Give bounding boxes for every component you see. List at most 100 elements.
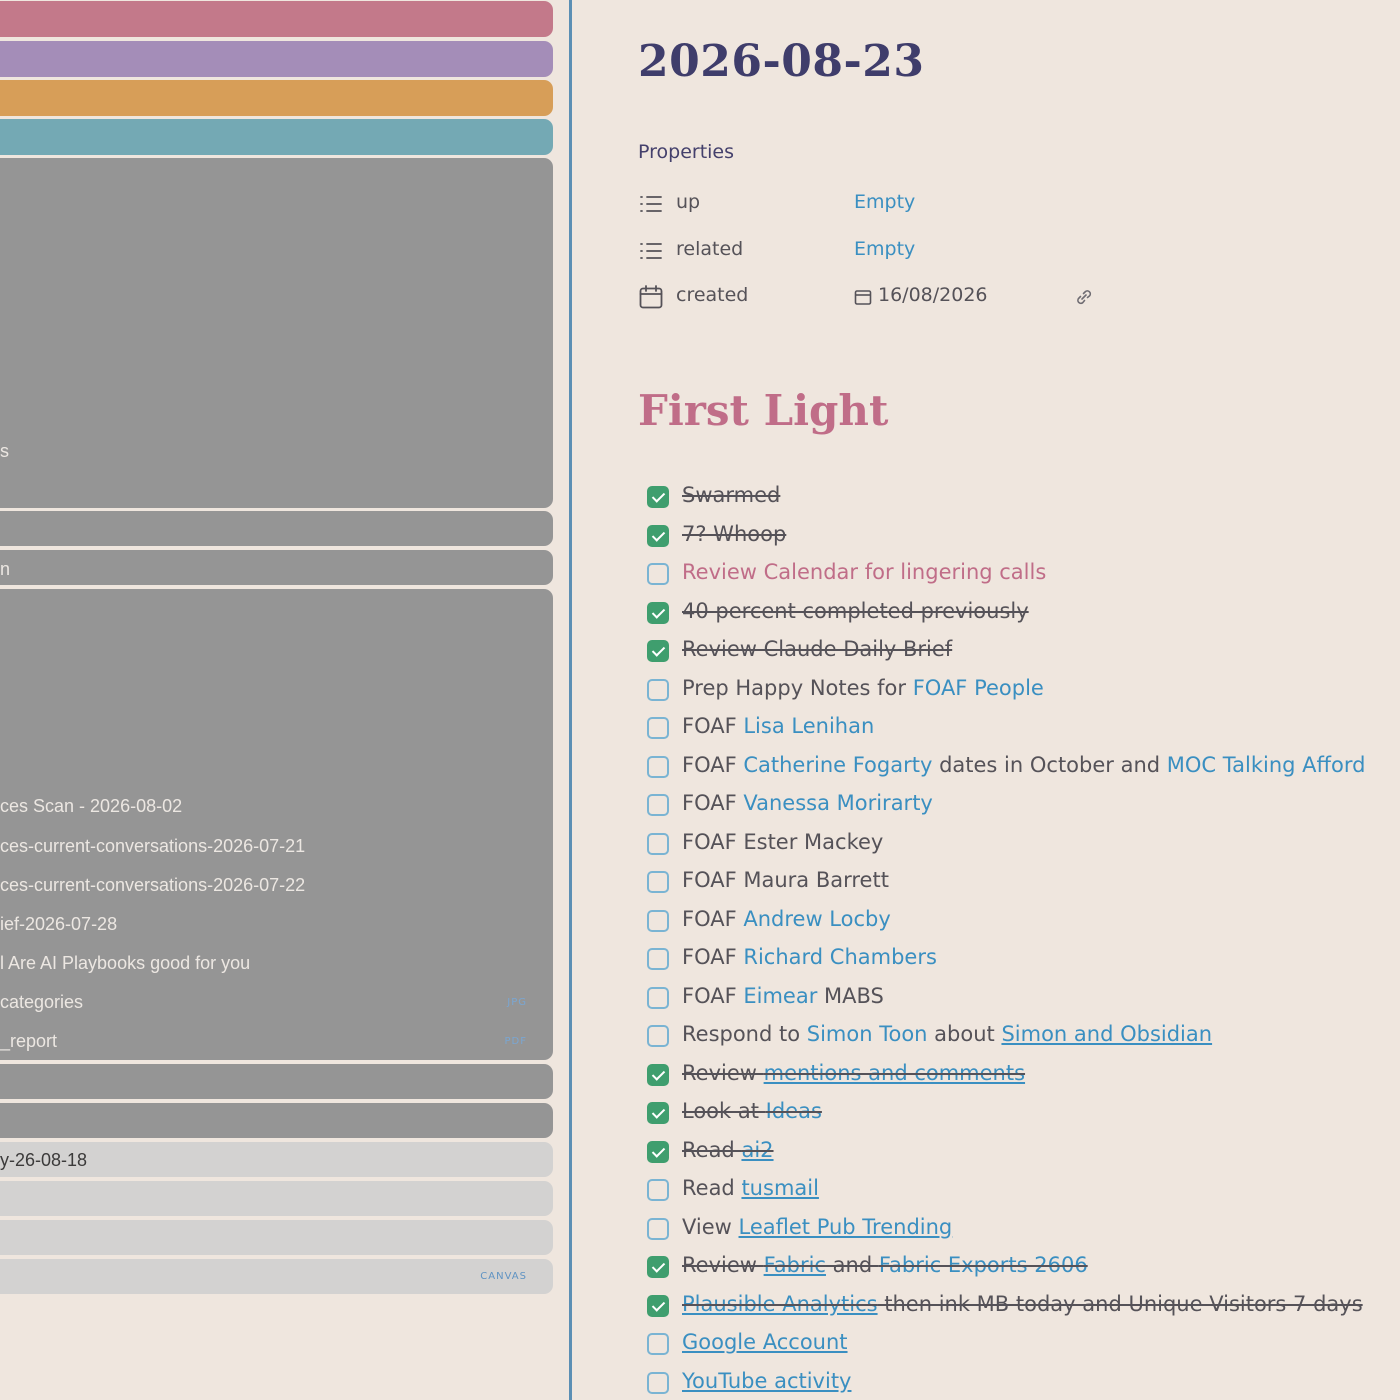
checkbox-unchecked[interactable]	[647, 1025, 669, 1047]
task-text[interactable]: Review Claude Daily Brief	[682, 637, 952, 661]
external-link[interactable]: Simon and Obsidian	[1001, 1022, 1212, 1046]
property-value[interactable]: Empty	[854, 191, 915, 213]
internal-link[interactable]: Catherine Fogarty	[743, 753, 932, 777]
task-text[interactable]: YouTube activity	[682, 1369, 851, 1393]
internal-link[interactable]: Vanessa Morirarty	[743, 791, 933, 815]
checkbox-checked[interactable]	[647, 1063, 669, 1086]
internal-link[interactable]: FOAF People	[913, 676, 1044, 700]
file-row-light[interactable]: CANVAS	[0, 1259, 553, 1294]
checkbox-checked[interactable]	[647, 1102, 669, 1124]
file-row-light[interactable]: y-26-08-18	[0, 1142, 553, 1177]
folder-bar-grey-4[interactable]	[0, 1103, 553, 1138]
folder-group-upper[interactable]: s	[0, 158, 553, 508]
internal-link[interactable]: Ideas	[766, 1099, 822, 1123]
checkbox-unchecked[interactable]	[647, 871, 669, 893]
checkbox-unchecked[interactable]	[647, 832, 669, 855]
checkbox-checked[interactable]	[647, 1140, 669, 1163]
task-text[interactable]: Google Account	[682, 1330, 848, 1354]
folder-bar-teal[interactable]	[0, 119, 553, 155]
task-text[interactable]: FOAF Catherine Fogarty dates in October …	[682, 753, 1365, 777]
external-link[interactable]: tusmail	[741, 1176, 818, 1200]
date-value[interactable]: 16/08/2026	[878, 284, 988, 306]
external-link[interactable]: Google Account	[682, 1330, 848, 1354]
checkbox-checked[interactable]	[647, 1294, 669, 1317]
task-text[interactable]: Plausible Analytics then ink MB today an…	[682, 1292, 1363, 1316]
task-text-segment: Read	[682, 1137, 742, 1162]
property-created[interactable]: created 16/08/2026	[638, 282, 1238, 312]
checkbox-unchecked[interactable]	[647, 794, 669, 816]
checkbox-checked[interactable]	[647, 524, 669, 547]
note-title[interactable]: 2026-08-23	[638, 36, 924, 87]
checkbox-unchecked[interactable]	[647, 948, 669, 970]
checkbox-checked[interactable]	[647, 601, 669, 624]
property-up[interactable]: up Empty	[638, 189, 1238, 219]
internal-link[interactable]: Fabric Exports 2606	[879, 1253, 1088, 1277]
task-text[interactable]: Read tusmail	[682, 1176, 819, 1200]
folder-bar-grey-3[interactable]	[0, 1064, 553, 1099]
checkbox-unchecked[interactable]	[647, 1333, 669, 1355]
internal-link[interactable]: Simon Toon	[807, 1022, 928, 1046]
checkbox-unchecked[interactable]	[647, 563, 669, 585]
link-icon[interactable]	[1073, 286, 1095, 308]
file-item[interactable]: _report PDF	[0, 1027, 553, 1057]
internal-link[interactable]: MOC Talking Afford	[1167, 753, 1366, 777]
task-text[interactable]: Respond to Simon Toon about Simon and Ob…	[682, 1022, 1212, 1046]
checkbox-unchecked[interactable]	[647, 717, 669, 739]
internal-link[interactable]: Lisa Lenihan	[743, 714, 874, 738]
checkbox-unchecked[interactable]	[647, 678, 669, 701]
checkbox-unchecked[interactable]	[647, 986, 669, 1009]
internal-link[interactable]: Richard Chambers	[743, 945, 937, 969]
internal-link[interactable]: Andrew Locby	[743, 907, 890, 931]
task-text[interactable]: FOAF Eimear MABS	[682, 984, 884, 1008]
task-text[interactable]: Review Calendar for lingering calls	[682, 560, 1046, 584]
folder-bar-purple[interactable]	[0, 41, 553, 77]
file-row-light[interactable]	[0, 1181, 553, 1216]
external-link[interactable]: YouTube activity	[682, 1369, 851, 1393]
section-heading[interactable]: First Light	[638, 386, 888, 435]
file-item[interactable]: ces Scan - 2026-08-02	[0, 792, 553, 822]
folder-bar-grey-1[interactable]	[0, 511, 553, 546]
task-text[interactable]: FOAF Richard Chambers	[682, 945, 937, 969]
task-text[interactable]: View Leaflet Pub Trending	[682, 1215, 952, 1239]
property-related[interactable]: related Empty	[638, 236, 1238, 266]
folder-bar-pink[interactable]	[0, 1, 553, 37]
property-value[interactable]: Empty	[854, 238, 915, 260]
file-item[interactable]: l Are AI Playbooks good for you	[0, 949, 553, 979]
folder-bar-grey-2[interactable]: n	[0, 550, 553, 585]
file-item[interactable]: ces-current-conversations-2026-07-22	[0, 871, 553, 901]
task-text[interactable]: FOAF Ester Mackey	[682, 830, 883, 854]
task-text[interactable]: 7? Whoop	[682, 522, 786, 546]
folder-bar-orange[interactable]	[0, 80, 553, 116]
task-text[interactable]: Swarmed	[682, 483, 780, 507]
task-text[interactable]: Review Fabric and Fabric Exports 2606	[682, 1253, 1088, 1277]
task-text[interactable]: Look at Ideas	[682, 1099, 822, 1123]
task-text[interactable]: Read ai2	[682, 1138, 774, 1162]
file-item-label: l Are AI Playbooks good for you	[0, 953, 251, 973]
checkbox-unchecked[interactable]	[647, 1179, 669, 1201]
checkbox-unchecked[interactable]	[647, 909, 669, 932]
external-link[interactable]: ai2	[741, 1138, 773, 1162]
file-item[interactable]: ief-2026-07-28	[0, 910, 553, 940]
file-item[interactable]: categories JPG	[0, 988, 553, 1018]
checkbox-unchecked[interactable]	[647, 755, 669, 778]
checkbox-unchecked[interactable]	[647, 1371, 669, 1394]
file-item[interactable]: ces-current-conversations-2026-07-21	[0, 832, 553, 862]
task-text[interactable]: FOAF Vanessa Morirarty	[682, 791, 933, 815]
external-link[interactable]: Fabric	[764, 1253, 826, 1277]
task-text[interactable]: FOAF Andrew Locby	[682, 907, 891, 931]
task-text[interactable]: 40 percent completed previously	[682, 599, 1029, 623]
properties-heading[interactable]: Properties	[638, 141, 734, 163]
checkbox-checked[interactable]	[647, 1256, 669, 1278]
external-link[interactable]: Plausible Analytics	[682, 1292, 878, 1316]
task-text[interactable]: Prep Happy Notes for FOAF People	[682, 676, 1044, 700]
internal-link[interactable]: Eimear	[743, 984, 817, 1008]
task-text[interactable]: FOAF Lisa Lenihan	[682, 714, 874, 738]
file-row-light[interactable]	[0, 1220, 553, 1255]
checkbox-unchecked[interactable]	[647, 1217, 669, 1240]
task-text[interactable]: Review mentions and comments	[682, 1061, 1025, 1085]
external-link[interactable]: mentions and comments	[764, 1061, 1025, 1085]
external-link[interactable]: Leaflet Pub Trending	[739, 1215, 953, 1239]
checkbox-checked[interactable]	[647, 486, 669, 508]
task-text[interactable]: FOAF Maura Barrett	[682, 868, 889, 892]
checkbox-checked[interactable]	[647, 640, 669, 662]
